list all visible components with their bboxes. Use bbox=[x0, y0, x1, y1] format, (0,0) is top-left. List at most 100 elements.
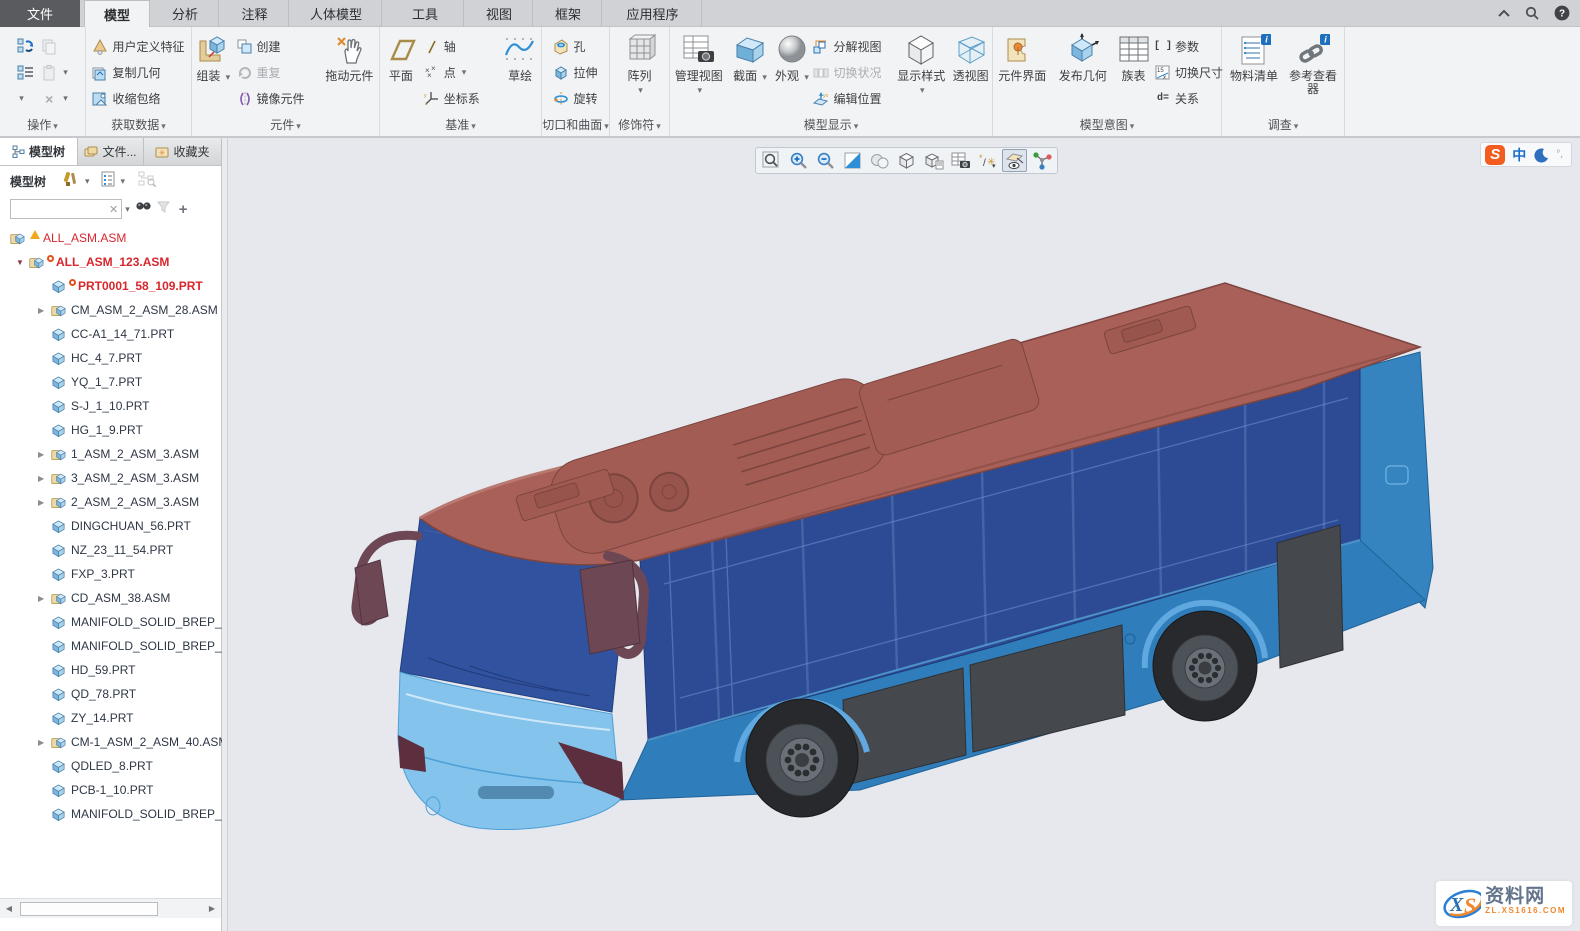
parameters-button[interactable]: [ ]参数 bbox=[1155, 34, 1221, 59]
tree-item[interactable]: PRT0001_58_109.PRT bbox=[0, 274, 222, 298]
tree-item[interactable]: HD_59.PRT bbox=[0, 658, 222, 682]
annotation-display-icon[interactable] bbox=[1002, 149, 1027, 172]
saved-orientations-icon[interactable] bbox=[921, 149, 946, 172]
tree-expand-arrow[interactable]: ▶ bbox=[36, 594, 51, 603]
bom-button[interactable]: i 物料清单 bbox=[1225, 31, 1283, 83]
repeat-button[interactable]: 重复 bbox=[237, 60, 318, 85]
edit-position-button[interactable]: yx编辑位置 bbox=[813, 86, 893, 111]
tree-item[interactable]: PCB-1_10.PRT bbox=[0, 778, 222, 802]
tree-item[interactable]: QD_78.PRT bbox=[0, 682, 222, 706]
tree-item[interactable]: MANIFOLD_SOLID_BREP_1 bbox=[0, 610, 222, 634]
ime-toolbar[interactable]: S 中 °, bbox=[1480, 142, 1572, 167]
tree-expand-arrow[interactable]: ▶ bbox=[36, 474, 51, 483]
tree-item[interactable]: ZY_14.PRT bbox=[0, 706, 222, 730]
spin-center-icon[interactable] bbox=[1029, 149, 1054, 172]
mirror-component-button[interactable]: 镜像元件 bbox=[237, 86, 318, 111]
tree-item[interactable]: DINGCHUAN_56.PRT bbox=[0, 514, 222, 538]
switch-dimensions-button[interactable]: 15x切换尺寸 bbox=[1155, 60, 1221, 85]
create-component-button[interactable]: 创建 bbox=[237, 34, 318, 59]
tree-show-button[interactable] bbox=[138, 171, 156, 192]
search-icon[interactable] bbox=[1525, 6, 1540, 21]
tree-expand-arrow[interactable]: ▼ bbox=[14, 258, 29, 267]
tree-tools-button[interactable] bbox=[63, 171, 80, 192]
csys-button[interactable]: yz坐标系 bbox=[424, 86, 498, 111]
tree-expand-arrow[interactable]: ▶ bbox=[36, 738, 51, 747]
panel-tab-favorites[interactable]: ✳ 收藏夹 bbox=[144, 138, 222, 165]
delete-button[interactable]: ×▾ bbox=[41, 86, 68, 111]
ime-moon-icon[interactable] bbox=[1533, 147, 1549, 163]
display-style-icon[interactable] bbox=[894, 149, 919, 172]
tab-view[interactable]: 视图 bbox=[466, 0, 533, 27]
group-label-get-data[interactable]: 获取数据▾ bbox=[86, 116, 191, 134]
point-button[interactable]: ×××点▾ bbox=[424, 60, 498, 85]
refit-icon[interactable] bbox=[759, 149, 784, 172]
ime-punct-icon[interactable]: °, bbox=[1556, 149, 1563, 160]
operations-dropdown[interactable]: ▾ bbox=[17, 86, 33, 111]
group-label-model-display[interactable]: 模型显示▾ bbox=[670, 116, 992, 134]
hole-button[interactable]: 孔 bbox=[553, 34, 597, 59]
tree-expand-arrow[interactable]: ▶ bbox=[36, 306, 51, 315]
tab-annotate[interactable]: 注释 bbox=[221, 0, 289, 27]
datum-display-filter-icon[interactable]: */✳▾ bbox=[975, 149, 1000, 172]
sketch-button[interactable]: 草绘 bbox=[499, 31, 541, 83]
scroll-right-arrow[interactable]: ▶ bbox=[203, 900, 221, 918]
shrinkwrap-button[interactable]: 收缩包络 bbox=[92, 86, 184, 111]
tree-item[interactable]: S-J_1_10.PRT bbox=[0, 394, 222, 418]
clear-search-icon[interactable]: ✕ bbox=[109, 203, 118, 216]
tree-expand-arrow[interactable]: ▶ bbox=[36, 450, 51, 459]
zoom-out-icon[interactable] bbox=[813, 149, 838, 172]
graphics-viewport[interactable]: */✳▾ S 中 °, X S 资料网 ZL.XS1616.COM bbox=[228, 138, 1580, 931]
tree-item[interactable]: FXP_3.PRT bbox=[0, 562, 222, 586]
plane-button[interactable]: 平面 bbox=[380, 31, 422, 83]
manage-views-button[interactable]: 管理视图 ▾ bbox=[670, 31, 728, 97]
drag-components-button[interactable]: 拖动元件 bbox=[320, 31, 379, 83]
extrude-button[interactable]: 拉伸 bbox=[553, 60, 597, 85]
help-icon[interactable]: ? bbox=[1554, 5, 1570, 21]
tree-tools-dropdown[interactable]: ▾ bbox=[85, 176, 90, 187]
search-dropdown[interactable]: ▾ bbox=[125, 204, 130, 215]
panel-tab-model-tree[interactable]: 模型树 bbox=[0, 138, 78, 165]
tree-item[interactable]: ▶2_ASM_2_ASM_3.ASM bbox=[0, 490, 222, 514]
scroll-thumb[interactable] bbox=[20, 902, 158, 916]
axis-button[interactable]: 轴 bbox=[424, 34, 498, 59]
tree-item[interactable]: ▶CM-1_ASM_2_ASM_40.ASM bbox=[0, 730, 222, 754]
paste-button[interactable]: ▾ bbox=[41, 60, 68, 85]
panel-tab-folder-browser[interactable]: 文件... bbox=[78, 138, 144, 165]
tree-item[interactable]: QDLED_8.PRT bbox=[0, 754, 222, 778]
tab-model[interactable]: 模型 bbox=[84, 0, 150, 27]
bus-model[interactable] bbox=[228, 138, 1580, 931]
tree-item[interactable]: NZ_23_11_54.PRT bbox=[0, 538, 222, 562]
ime-logo[interactable]: S bbox=[1485, 145, 1505, 165]
assemble-button[interactable]: 组装 ▾ bbox=[192, 31, 235, 84]
tab-manikin[interactable]: 人体模型 bbox=[291, 0, 382, 27]
tree-item[interactable]: YQ_1_7.PRT bbox=[0, 370, 222, 394]
tree-item[interactable]: ALL_ASM.ASM bbox=[0, 226, 222, 250]
repaint-icon[interactable] bbox=[840, 149, 865, 172]
regenerate-button[interactable] bbox=[17, 34, 33, 59]
tree-item[interactable]: ▶CM_ASM_2_ASM_28.ASM bbox=[0, 298, 222, 322]
collapse-ribbon-icon[interactable] bbox=[1497, 9, 1511, 18]
tree-search-input[interactable] bbox=[10, 199, 122, 219]
toggle-status-button[interactable]: 切换状况 bbox=[813, 60, 893, 85]
revolve-button[interactable]: 旋转 bbox=[553, 86, 597, 111]
tree-item[interactable]: MANIFOLD_SOLID_BREP_9 bbox=[0, 802, 222, 826]
shading-style-icon[interactable] bbox=[867, 149, 892, 172]
bus-mirror-right[interactable] bbox=[580, 556, 644, 654]
exploded-view-button[interactable]: 分解视图 bbox=[813, 34, 893, 59]
tree-settings-button[interactable] bbox=[101, 171, 116, 192]
tree-item[interactable]: ▶CD_ASM_38.ASM bbox=[0, 586, 222, 610]
tab-file[interactable]: 文件 bbox=[0, 0, 80, 27]
tree-item[interactable]: CC-A1_14_71.PRT bbox=[0, 322, 222, 346]
zoom-in-icon[interactable] bbox=[786, 149, 811, 172]
appearance-button[interactable]: 外观 ▾ bbox=[772, 31, 811, 84]
sections-button[interactable]: 截面 ▾ bbox=[730, 31, 771, 84]
copy-button[interactable] bbox=[41, 34, 68, 59]
pattern-button[interactable]: 阵列▾ bbox=[617, 31, 663, 97]
group-label-modifiers[interactable]: 修饰符▾ bbox=[610, 116, 669, 134]
tree-horizontal-scrollbar[interactable]: ◀ ▶ bbox=[0, 898, 221, 918]
scroll-left-arrow[interactable]: ◀ bbox=[0, 900, 18, 918]
relations-button[interactable]: d=关系 bbox=[1155, 86, 1221, 111]
tree-item[interactable]: ▶1_ASM_2_ASM_3.ASM bbox=[0, 442, 222, 466]
add-filter-icon[interactable]: + bbox=[179, 201, 188, 218]
tree-item[interactable]: HC_4_7.PRT bbox=[0, 346, 222, 370]
